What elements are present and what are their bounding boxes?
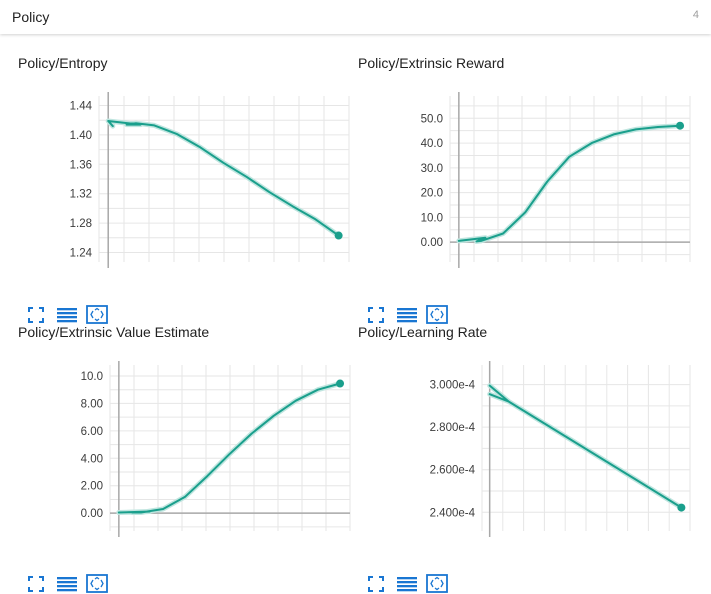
fullscreen-icon[interactable] [366, 305, 388, 325]
chart-plot[interactable]: 10.0 8.00 6.00 4.00 2.00 0.00 [18, 346, 358, 566]
y-tick-label: 10.0 [81, 371, 103, 383]
chart-title: Policy/Learning Rate [358, 324, 488, 340]
chart-title: Policy/Extrinsic Value Estimate [18, 324, 210, 340]
series-end-point[interactable] [677, 503, 686, 512]
y-tick-label: 0.00 [421, 237, 443, 249]
series-line-raw [105, 118, 342, 239]
chart-count: 4 [692, 9, 699, 21]
y-tick-label: 1.24 [70, 247, 93, 259]
fullscreen-icon[interactable] [26, 305, 48, 325]
fit-domain-icon[interactable] [86, 574, 108, 594]
chart-title: Policy/Entropy [18, 55, 108, 71]
data-table-icon[interactable] [396, 574, 418, 594]
y-tick-label: 0.00 [81, 508, 103, 520]
fit-domain-icon[interactable] [426, 305, 448, 325]
section-header[interactable]: Policy 4 [0, 0, 711, 34]
fullscreen-icon[interactable] [366, 574, 388, 594]
chart-card: Policy/Extrinsic Value Estimate 10.0 8.00 6… [18, 324, 358, 594]
y-tick-label: 2.00 [81, 481, 103, 493]
chart-plot[interactable]: 3.000e-4 2.800e-4 2.600e-4 2.400e-4 [358, 346, 698, 566]
series-line-raw [116, 381, 343, 515]
y-tick-label: 30.0 [421, 163, 443, 175]
chart-plot[interactable]: 50.0 40.0 30.0 20.0 10.0 0.00 [358, 77, 698, 297]
data-table-icon[interactable] [56, 574, 78, 594]
fullscreen-icon[interactable] [26, 574, 48, 594]
series-end-point[interactable] [676, 121, 685, 130]
y-tick-label: 1.40 [70, 130, 92, 142]
chart-card: Policy/Entropy 1.44 1.40 1.36 1.32 1.28 1.24 [18, 55, 358, 325]
fit-domain-icon[interactable] [426, 574, 448, 594]
data-table-icon[interactable] [396, 305, 418, 325]
y-tick-label: 1.28 [70, 218, 92, 230]
y-tick-label: 1.32 [70, 189, 92, 201]
y-tick-label: 2.400e-4 [430, 507, 476, 519]
y-tick-label: 4.00 [81, 453, 103, 465]
series-end-point[interactable] [336, 379, 345, 388]
y-tick-label: 40.0 [421, 138, 443, 150]
series-line [117, 382, 341, 514]
chart-card: Policy/Learning Rate 3.000e-4 2.800e-4 2.60… [358, 324, 698, 594]
chart-title: Policy/Extrinsic Reward [358, 55, 505, 71]
chart-card: Policy/Extrinsic Reward 50.0 40.0 30.0 20.0 1… [358, 55, 698, 325]
section-title: Policy [12, 9, 50, 25]
y-tick-label: 3.000e-4 [430, 380, 476, 392]
y-tick-label: 20.0 [421, 188, 443, 200]
data-table-icon[interactable] [56, 305, 78, 325]
y-tick-label: 2.800e-4 [430, 422, 476, 434]
y-tick-label: 6.00 [81, 426, 103, 438]
y-tick-label: 1.36 [70, 159, 92, 171]
y-tick-label: 8.00 [81, 398, 103, 410]
chart-plot[interactable]: 1.44 1.40 1.36 1.32 1.28 1.24 [18, 77, 358, 297]
y-tick-label: 2.600e-4 [430, 465, 476, 477]
series-line [107, 120, 340, 237]
y-tick-label: 50.0 [421, 113, 443, 125]
y-tick-label: 10.0 [421, 212, 443, 224]
series-end-point[interactable] [334, 231, 343, 240]
fit-domain-icon[interactable] [86, 305, 108, 325]
y-tick-label: 1.44 [70, 101, 93, 113]
